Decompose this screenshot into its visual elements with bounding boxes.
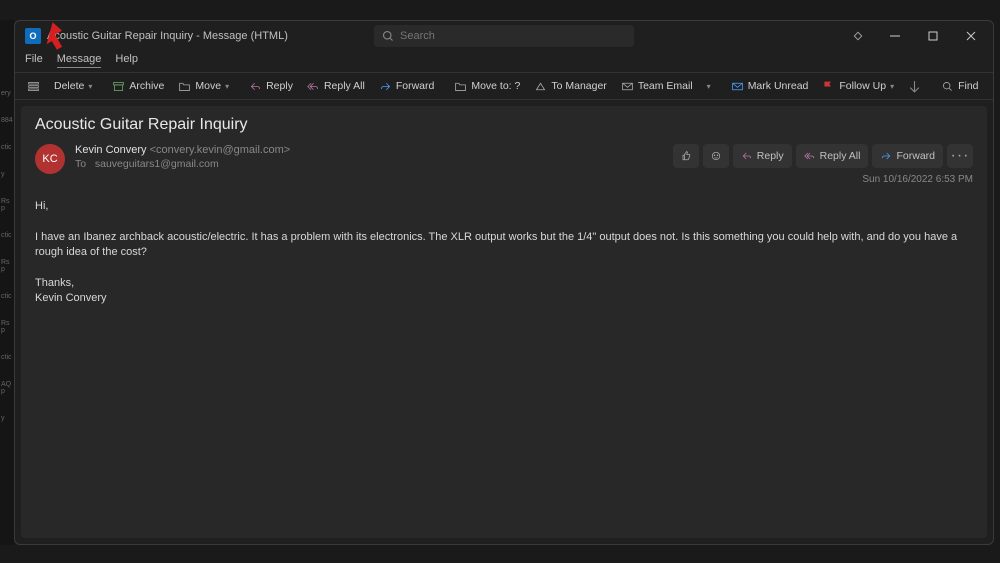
quicksteps-more[interactable]: ▾ xyxy=(701,79,717,94)
folder-icon xyxy=(178,80,191,93)
envelope-icon xyxy=(731,80,744,93)
message-pane: Acoustic Guitar Repair Inquiry KC Kevin … xyxy=(21,106,987,538)
titlebar: O Acoustic Guitar Repair Inquiry - Messa… xyxy=(15,21,993,51)
message-window: O Acoustic Guitar Repair Inquiry - Messa… xyxy=(14,20,994,545)
from-line: Kevin Convery <convery.kevin@gmail.com> xyxy=(75,144,290,156)
close-button[interactable] xyxy=(953,23,989,49)
header-more-button[interactable]: ··· xyxy=(947,144,973,168)
move-button[interactable]: Move▾ xyxy=(172,77,235,96)
menu-help[interactable]: Help xyxy=(115,51,138,68)
manager-icon xyxy=(534,80,547,93)
search-button[interactable]: Search xyxy=(987,77,993,96)
window-title: Acoustic Guitar Repair Inquiry - Message… xyxy=(47,30,288,42)
move-to-button[interactable]: Move to: ? xyxy=(448,77,526,96)
header-reply-button[interactable]: Reply xyxy=(733,144,792,168)
email-subject: Acoustic Guitar Repair Inquiry xyxy=(35,116,973,134)
maximize-button[interactable] xyxy=(915,23,951,49)
team-email-button[interactable]: Team Email xyxy=(615,77,699,96)
react-button[interactable] xyxy=(703,144,729,168)
follow-up-button[interactable]: Follow Up▾ xyxy=(816,77,900,96)
flag-icon xyxy=(822,80,835,93)
tags-more[interactable] xyxy=(902,77,927,96)
to-manager-button[interactable]: To Manager xyxy=(528,77,612,96)
menu-message[interactable]: Message xyxy=(57,51,102,68)
reply-all-icon xyxy=(307,80,320,93)
mail-icon xyxy=(621,80,634,93)
move-to-icon xyxy=(454,80,467,93)
delete-label: Delete xyxy=(54,80,84,92)
archive-button[interactable]: Archive xyxy=(106,77,170,96)
find-button[interactable]: Find xyxy=(935,77,984,96)
sidebar-sliver: ery 884 ctic y Rsp ctic Rsp ctic Rsp cti… xyxy=(0,20,14,545)
coming-soon-icon[interactable] xyxy=(851,29,865,43)
to-line: To sauveguitars1@gmail.com xyxy=(75,158,290,170)
forward-button[interactable]: Forward xyxy=(373,77,441,96)
archive-icon xyxy=(112,80,125,93)
email-header: KC Kevin Convery <convery.kevin@gmail.co… xyxy=(35,144,973,185)
email-body: Hi, I have an Ibanez archback acoustic/e… xyxy=(35,199,973,307)
menu-file[interactable]: File xyxy=(25,51,43,68)
reply-all-button[interactable]: Reply All xyxy=(301,77,371,96)
like-button[interactable] xyxy=(673,144,699,168)
menubar: File Message Help xyxy=(15,51,993,72)
sender-email: <convery.kevin@gmail.com> xyxy=(150,144,291,156)
ribbon: Delete▾ Archive Move▾ Reply Reply All Fo… xyxy=(15,72,993,100)
recipient: sauveguitars1@gmail.com xyxy=(95,158,219,170)
find-icon xyxy=(941,80,954,93)
mark-unread-button[interactable]: Mark Unread xyxy=(725,77,815,96)
header-forward-button[interactable]: Forward xyxy=(872,144,943,168)
sender-name: Kevin Convery xyxy=(75,144,147,156)
delete-button[interactable]: Delete▾ xyxy=(48,77,98,95)
reply-icon xyxy=(249,80,262,93)
minimize-button[interactable] xyxy=(877,23,913,49)
search-input[interactable] xyxy=(400,30,626,42)
global-search[interactable] xyxy=(374,25,634,47)
forward-icon xyxy=(379,80,392,93)
app-icon: O xyxy=(25,28,41,44)
email-date: Sun 10/16/2022 6:53 PM xyxy=(862,174,973,185)
sender-avatar[interactable]: KC xyxy=(35,144,65,174)
search-icon xyxy=(382,30,394,42)
reply-button[interactable]: Reply xyxy=(243,77,299,96)
ribbon-dropdown[interactable] xyxy=(21,77,46,96)
header-reply-all-button[interactable]: Reply All xyxy=(796,144,869,168)
